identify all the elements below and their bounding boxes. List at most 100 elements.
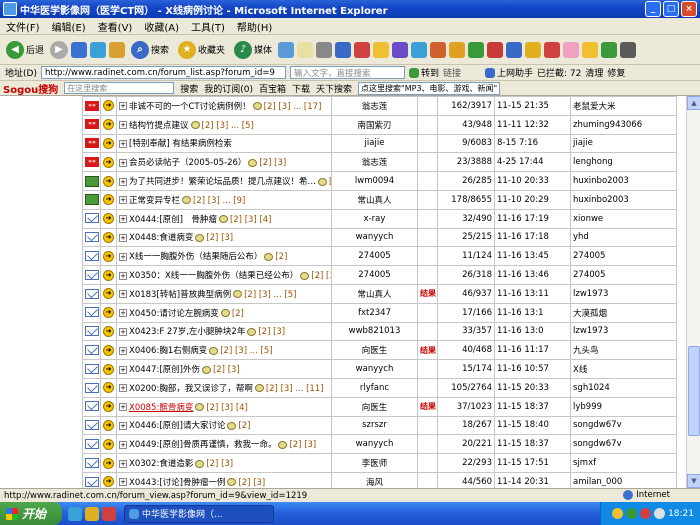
topic-title-link[interactable]: X0446:[原创]请大家讨论 [129, 421, 225, 431]
sogou-search-input[interactable]: 在这里搜索 [64, 82, 175, 94]
quick-ie-icon[interactable] [68, 506, 82, 521]
toolbar-addon-8-icon[interactable] [506, 41, 523, 58]
home-icon[interactable] [109, 41, 126, 58]
last-reply-user[interactable]: xionwe [570, 208, 677, 229]
last-reply-user[interactable]: huxinbo2003 [570, 189, 677, 210]
topic-author[interactable]: 翁志莲 [331, 152, 418, 173]
sogou-logo[interactable]: Sogou搜狗 [3, 81, 58, 96]
last-reply-user[interactable]: lyb999 [570, 396, 677, 417]
address-input[interactable]: http://www.radinet.com.cn/forum_list.asp… [40, 66, 286, 79]
expand-icon[interactable]: + [119, 177, 127, 186]
expand-icon[interactable]: + [119, 478, 127, 487]
shanghai-button[interactable]: 上网助手 [484, 66, 533, 79]
topic-pages[interactable]: [2] [3] [4] [206, 403, 248, 413]
quick-app-icon[interactable] [102, 506, 116, 521]
tray-icon-3[interactable] [640, 508, 652, 519]
window-titlebar[interactable]: 中华医学影像网（医学CT网） - X线病例讨论 - Microsoft Inte… [0, 0, 700, 18]
topic-pages[interactable]: [2] [3] [259, 158, 286, 168]
topic-author[interactable]: lwm0094 [331, 171, 418, 191]
minimize-button[interactable]: _ [645, 1, 661, 17]
media-button[interactable]: ♪ 媒体 [231, 40, 275, 60]
clean-button[interactable]: 清理 [585, 66, 603, 79]
topic-title-link[interactable]: [特别奉献] 有结果病例检索 [129, 139, 232, 149]
last-reply-user[interactable]: lzw1973 [570, 283, 677, 304]
start-button[interactable]: 开始 [0, 502, 62, 525]
menu-help[interactable]: 帮助(H) [237, 19, 272, 34]
last-reply-user[interactable]: huxinbo2003 [570, 171, 677, 191]
toolbar-addon-9-icon[interactable] [525, 41, 542, 58]
topic-pages[interactable]: [2] [3] ... [5] [220, 346, 272, 356]
last-reply-user[interactable]: sgh1024 [570, 377, 677, 398]
toolbar-addon-13-icon[interactable] [620, 41, 637, 58]
topic-title-link[interactable]: 正常变异专栏 [129, 196, 180, 206]
topic-pages[interactable]: [2] [3] ... [5] [244, 290, 296, 300]
last-reply-user[interactable]: amilan_000 [570, 471, 677, 488]
maximize-button[interactable]: □ [663, 1, 679, 17]
address-search-field[interactable]: 输入文字，直接搜索 [289, 66, 405, 79]
topic-author[interactable]: 274005 [331, 265, 418, 285]
topic-pages[interactable]: [2] [3] ... [5] [202, 121, 254, 131]
toolbar-addon-7-icon[interactable] [487, 41, 504, 58]
menu-favorites[interactable]: 收藏(A) [144, 19, 179, 34]
toolbar-addon-4-icon[interactable] [430, 41, 447, 58]
close-button[interactable]: × [681, 1, 697, 17]
expand-icon[interactable]: + [119, 440, 127, 449]
last-reply-user[interactable]: zhuming943066 [570, 114, 677, 135]
last-reply-user[interactable]: songdw67v [570, 415, 677, 436]
topic-title-link[interactable]: X线一一胸腹外伤（结果随后公布） [129, 252, 262, 262]
expand-icon[interactable]: + [119, 139, 127, 148]
topic-author[interactable]: wanyych [331, 227, 418, 248]
edit-icon[interactable] [335, 41, 352, 58]
topic-title-link[interactable]: X0443:[讨论]骨肿瘤一例 [129, 478, 225, 488]
expand-icon[interactable]: + [119, 233, 127, 242]
topic-title-link[interactable]: X0085:髌骨病变 [129, 403, 193, 413]
expand-icon[interactable]: + [119, 271, 127, 280]
favorites-button[interactable]: ★ 收藏夹 [175, 40, 228, 60]
topic-author[interactable]: 向医生 [331, 340, 418, 361]
topic-title-link[interactable]: X0302:食道造影 [129, 459, 193, 469]
goto-button[interactable]: 转到 [408, 66, 439, 79]
toolbar-addon-3-icon[interactable] [411, 41, 428, 58]
forward-arrow-icon[interactable]: ▶ [50, 40, 69, 59]
discuss-icon[interactable] [354, 41, 371, 58]
topic-author[interactable]: szrszr [331, 415, 418, 436]
toolbar-addon-6-icon[interactable] [468, 41, 485, 58]
topic-author[interactable]: wanyych [331, 359, 418, 379]
menu-view[interactable]: 查看(V) [98, 19, 133, 34]
scroll-up-arrow-icon[interactable]: ▲ [687, 96, 700, 110]
topic-title-link[interactable]: X0448:食道病变 [129, 233, 193, 243]
topic-author[interactable]: 常山真人 [331, 189, 418, 210]
toolbar-addon-5-icon[interactable] [449, 41, 466, 58]
last-reply-user[interactable]: 274005 [570, 246, 677, 267]
last-reply-user[interactable]: jiajie [570, 133, 677, 154]
last-reply-user[interactable]: 老鼠爱大米 [570, 96, 677, 116]
last-reply-user[interactable]: lzw1973 [570, 321, 677, 342]
last-reply-user[interactable]: songdw67v [570, 434, 677, 455]
topic-title-link[interactable]: X0449:[原创]骨质再谨慎，救我一命。 [129, 440, 276, 450]
expand-icon[interactable]: + [119, 252, 127, 261]
toolbar-addon-11-icon[interactable] [563, 41, 580, 58]
topic-author[interactable]: 翁志莲 [331, 96, 418, 116]
menu-edit[interactable]: 编辑(E) [52, 19, 86, 34]
topic-title-link[interactable]: X0406:胸1右侧病变 [129, 346, 207, 356]
topic-title-link[interactable]: X0200:胸部，我又误诊了，帮啊 [129, 384, 253, 394]
mail-icon[interactable] [297, 41, 314, 58]
expand-icon[interactable]: + [119, 196, 127, 205]
topic-title-link[interactable]: X0447:[原创]外伤 [129, 365, 200, 375]
last-reply-user[interactable]: 九头鸟 [570, 340, 677, 361]
tray-icon-4[interactable] [654, 508, 666, 519]
last-reply-user[interactable]: 大漠孤烟 [570, 302, 677, 323]
topic-pages[interactable]: [2] [3] [206, 233, 233, 243]
topic-pages[interactable]: [2] [3] [238, 478, 265, 488]
topic-author[interactable]: 南国紫刃 [331, 114, 418, 135]
last-reply-user[interactable]: yhd [570, 227, 677, 248]
toolbar-addon-2-icon[interactable] [392, 41, 409, 58]
topic-author[interactable]: 274005 [331, 246, 418, 267]
expand-icon[interactable]: + [119, 327, 127, 336]
quick-folder-icon[interactable] [85, 506, 99, 521]
topic-author[interactable]: wwb821013 [331, 321, 418, 342]
scroll-down-arrow-icon[interactable]: ▼ [687, 474, 700, 488]
topic-title-link[interactable]: X0350：X线一一胸腹外伤（结果已经公布） [129, 271, 298, 281]
baibao-button[interactable]: 百宝箱 [259, 82, 286, 95]
topic-author[interactable]: fxt2347 [331, 302, 418, 323]
